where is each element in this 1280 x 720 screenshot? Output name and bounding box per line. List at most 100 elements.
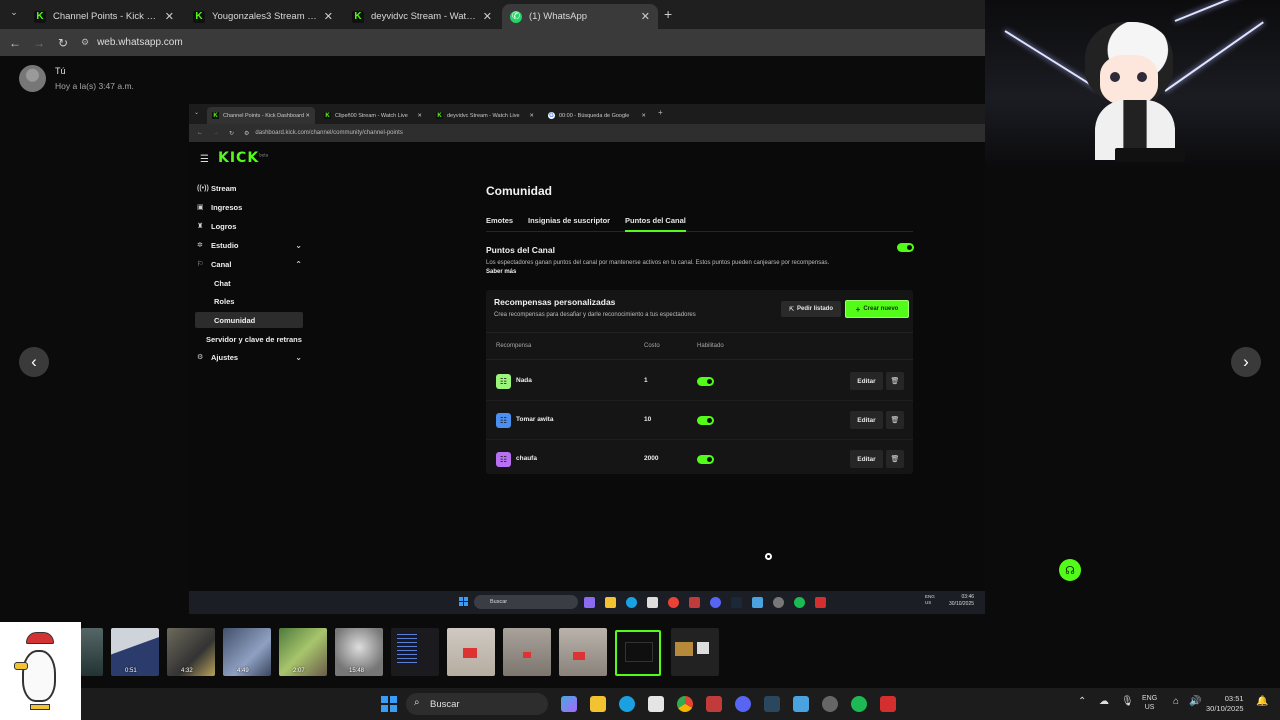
sidebar-item-label: Ajustes [211, 352, 239, 362]
copilot-icon [584, 597, 595, 608]
reload-icon[interactable]: ↻ [51, 36, 75, 50]
media-thumbnail[interactable]: 4:32 [167, 628, 215, 676]
windows-start-icon[interactable] [381, 696, 397, 712]
network-icon[interactable]: ⌂ [1173, 696, 1179, 707]
store-icon[interactable] [648, 696, 664, 712]
discord-icon [710, 597, 721, 608]
search-icon: ⌕ [414, 697, 420, 708]
volume-icon[interactable]: 🔊 [1189, 696, 1201, 707]
url-field[interactable]: web.whatsapp.com [97, 37, 183, 48]
media-thumbnail-selected[interactable] [615, 630, 661, 676]
tab-yougonzales[interactable]: K Yougonzales3 Stream - Watch Live on Ki… [185, 4, 341, 29]
media-thumbnail[interactable] [559, 628, 607, 676]
media-thumbnail[interactable] [503, 628, 551, 676]
new-tab-button[interactable]: + [664, 6, 672, 22]
channel-points-title: Puntos del Canal [486, 245, 555, 255]
steam-icon [731, 597, 742, 608]
media-thumbnail[interactable] [81, 628, 103, 676]
reward-name: Tomar awita [516, 416, 554, 423]
forward-icon[interactable]: → [27, 36, 51, 50]
media-thumbnail[interactable] [391, 628, 439, 676]
avatar[interactable] [19, 65, 46, 92]
discord-icon[interactable] [735, 696, 751, 712]
chrome-icon[interactable] [677, 696, 693, 712]
taskbar-search[interactable]: ⌕ Buscar [406, 693, 548, 715]
chevron-up-icon[interactable]: ⌃ [1078, 696, 1086, 707]
media-thumbnail[interactable]: 4:49 [223, 628, 271, 676]
notifications-icon[interactable]: 🔔 [1256, 696, 1268, 707]
tab-list-button[interactable]: ⌄ [6, 7, 22, 21]
close-icon[interactable]: ✕ [165, 10, 174, 23]
system-clock[interactable]: 03:51 30/10/2025 [1206, 694, 1244, 714]
site-info-icon[interactable]: ⚙ [81, 37, 89, 48]
reward-enabled-toggle [697, 455, 714, 464]
sidebar-item-chat: Chat [214, 278, 231, 288]
forward-icon: → [213, 130, 219, 136]
column-header: Recompensa [496, 343, 532, 349]
broadcast-icon: ((•)) [197, 184, 209, 192]
plus-icon: + [855, 304, 861, 314]
browser-tab-bar: ⌄ K Channel Points - Kick Dashboard ✕ K … [0, 0, 985, 29]
channel-icon: ⚐ [197, 261, 204, 268]
tab-label: Channel Points - Kick Dashboard [53, 11, 159, 22]
obs-icon[interactable] [822, 696, 838, 712]
media-thumbnail[interactable]: 15:48 [335, 628, 383, 676]
sidebar-item-label: Ingresos [211, 202, 243, 212]
mouse-cursor [765, 553, 772, 560]
media-thumbnail[interactable] [671, 628, 719, 676]
column-header: Costo [644, 343, 660, 349]
tab-deyvidvc[interactable]: K deyvidvc Stream - Watch Live on Kick ✕ [344, 4, 500, 29]
kick-logo-badge: beta [259, 152, 269, 158]
chicken-sticker[interactable] [0, 622, 81, 720]
media-thumbnail[interactable]: 2:07 [279, 628, 327, 676]
wallet-icon: ▣ [197, 204, 204, 211]
tab-whatsapp[interactable]: ✆ (1) WhatsApp ✕ [502, 4, 658, 29]
file-explorer-icon[interactable] [590, 696, 606, 712]
close-icon[interactable]: ✕ [641, 10, 650, 23]
edge-icon[interactable] [619, 696, 635, 712]
trash-icon: 🗑 [886, 372, 904, 390]
menu-icon: ☰ [200, 154, 209, 165]
reward-icon: ☷ [496, 413, 511, 428]
inner-tab-label: deyvidvc Stream - Watch Live [447, 112, 520, 119]
close-icon[interactable]: ✕ [483, 10, 492, 23]
close-icon[interactable]: ✕ [324, 10, 333, 23]
inner-date: 30/10/2025 [949, 601, 975, 607]
language-code: ENG [1142, 695, 1158, 702]
thumbnail-duration: 0:51 [125, 668, 137, 674]
edge-icon [626, 597, 637, 608]
previous-arrow-icon[interactable]: ‹ [19, 347, 49, 377]
obs-icon [773, 597, 784, 608]
copilot-icon[interactable] [561, 696, 577, 712]
tabs-divider [486, 231, 913, 232]
active-tab-indicator [625, 230, 686, 232]
among-us-icon[interactable] [880, 696, 896, 712]
media-thumbnail[interactable] [447, 628, 495, 676]
inner-tab: G 00:00 - Búsqueda de Google ✕ [543, 107, 651, 124]
close-icon: ✕ [305, 112, 310, 119]
rewards-card-title: Recompensas personalizadas [494, 297, 616, 307]
valorant-icon[interactable] [706, 696, 722, 712]
tab-channel-points[interactable]: K Channel Points - Kick Dashboard ✕ [26, 4, 182, 29]
microphone-icon[interactable]: 🎙 [1121, 696, 1134, 707]
spotify-icon[interactable] [851, 696, 867, 712]
sidebar-item-estudio: ✲ Estudio ⌄ [197, 237, 305, 253]
vtuber-eye [1110, 72, 1120, 82]
edit-button: Editar [850, 450, 883, 468]
region-code: US [1144, 704, 1155, 712]
notepad-icon[interactable] [793, 696, 809, 712]
table-header: Recompensa Costo Habilitado [486, 332, 913, 360]
next-arrow-icon[interactable]: › [1231, 347, 1261, 377]
trash-icon: 🗑 [886, 450, 904, 468]
site-info-icon: ⚙ [244, 130, 250, 137]
inner-tab: K Clipeñ00 Stream - Watch Live ✕ [319, 107, 427, 124]
webcam-overlay [985, 0, 1280, 165]
shared-screenshot: ⌄ K Channel Points - Kick Dashboard ✕ K Cli… [189, 104, 1081, 614]
channel-points-toggle [897, 243, 914, 252]
media-thumbnail[interactable]: 0:51 [111, 628, 159, 676]
onedrive-icon[interactable]: ☁ [1099, 696, 1109, 707]
back-icon[interactable]: ← [3, 36, 27, 50]
reward-name: Nada [516, 377, 532, 384]
steam-icon[interactable] [764, 696, 780, 712]
language-indicator[interactable]: ENG US [1142, 694, 1157, 712]
